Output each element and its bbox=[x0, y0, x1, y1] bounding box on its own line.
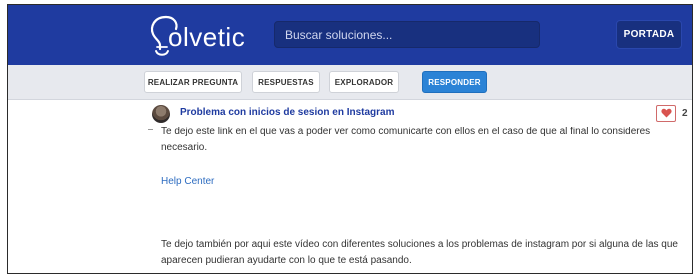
heart-icon bbox=[660, 108, 672, 118]
answer-content: Te dejo este link en el que vas a poder … bbox=[8, 123, 692, 273]
content-clip-edge bbox=[8, 123, 692, 127]
sub-navigation: REALIZAR PREGUNTA RESPUESTAS EXPLORADOR … bbox=[8, 65, 692, 100]
answer-paragraph-1: Te dejo este link en el que vas a poder … bbox=[161, 126, 651, 153]
browser-frame: olvetic PORTADA REALIZAR PREGUNTA RESPUE… bbox=[7, 4, 693, 274]
answer-paragraph-2: Te dejo también por aqui este vídeo con … bbox=[161, 239, 678, 266]
divider bbox=[148, 129, 153, 130]
search-input[interactable] bbox=[275, 22, 539, 47]
ask-question-button[interactable]: REALIZAR PREGUNTA bbox=[144, 71, 242, 93]
like-count: 2 bbox=[682, 107, 688, 119]
top-header: olvetic PORTADA bbox=[8, 5, 692, 65]
search-box[interactable] bbox=[274, 21, 540, 48]
reply-button[interactable]: RESPONDER bbox=[422, 71, 487, 93]
answers-button[interactable]: RESPUESTAS bbox=[252, 71, 320, 93]
like-widget[interactable]: 2 bbox=[656, 104, 688, 122]
explorer-button[interactable]: EXPLORADOR bbox=[329, 71, 399, 93]
portada-button[interactable]: PORTADA bbox=[616, 20, 682, 49]
question-title[interactable]: Problema con inicios de sesion en Instag… bbox=[180, 107, 395, 118]
logo-text[interactable]: olvetic bbox=[168, 22, 245, 53]
help-center-link[interactable]: Help Center bbox=[161, 176, 214, 187]
avatar[interactable] bbox=[152, 105, 170, 123]
like-button[interactable] bbox=[656, 104, 676, 122]
